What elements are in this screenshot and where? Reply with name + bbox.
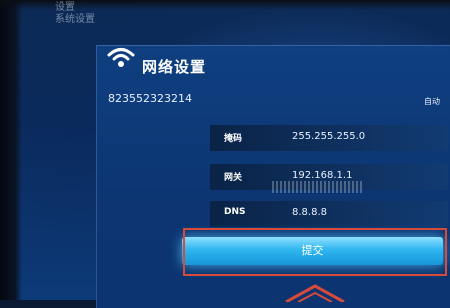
dns-value: 8.8.8.8 bbox=[292, 207, 327, 218]
gateway-label: 网关 bbox=[224, 173, 243, 183]
gateway-value: 192.168.1.1 bbox=[292, 170, 353, 181]
device-id: 823552323214 bbox=[108, 92, 192, 105]
wifi-icon bbox=[107, 48, 135, 67]
screen-glare bbox=[272, 181, 362, 193]
screen-bezel bbox=[0, 0, 22, 300]
subnet-mask-value: 255.255.255.0 bbox=[292, 131, 366, 142]
breadcrumb-current: 系统设置 bbox=[55, 14, 95, 25]
subnet-mask-label: 掩码 bbox=[224, 134, 243, 144]
dns-field[interactable]: DNS 8.8.8.8 bbox=[210, 201, 448, 227]
breadcrumb-parent: 设置 bbox=[55, 2, 75, 13]
subnet-mask-field[interactable]: 掩码 255.255.255.0 bbox=[210, 125, 448, 151]
highlight-annotation-box bbox=[183, 228, 447, 276]
breadcrumb: 设置 系统设置 bbox=[55, 2, 95, 26]
auto-mode-toggle[interactable]: 自动 bbox=[424, 96, 440, 107]
dns-label: DNS bbox=[224, 207, 246, 217]
arrow-up-icon bbox=[285, 284, 345, 302]
panel-title: 网络设置 bbox=[142, 58, 207, 76]
